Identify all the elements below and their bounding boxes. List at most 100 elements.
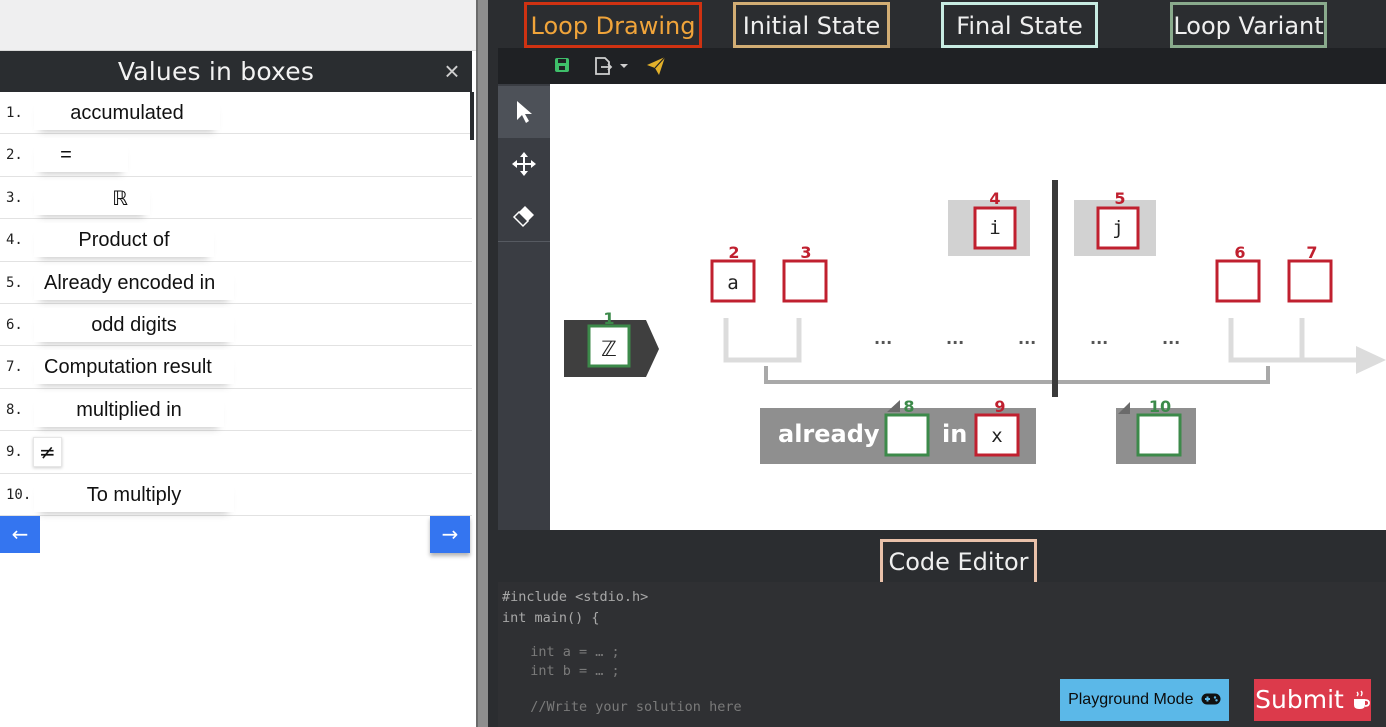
value-chip[interactable]: = xyxy=(34,138,128,173)
bracket-left xyxy=(723,318,802,363)
code-line: //Write your solution here xyxy=(514,699,742,715)
export-icon[interactable] xyxy=(593,56,631,76)
loop-divider-line xyxy=(1052,180,1058,397)
next-button[interactable]: → xyxy=(430,516,470,553)
list-item: 3. ℝ xyxy=(0,177,472,220)
box-9-label: 9 xyxy=(994,397,1005,416)
submit-label: Submit xyxy=(1255,685,1344,714)
item-number: 3. xyxy=(6,189,23,206)
loop-drawing-canvas[interactable]: ... ... ... ... ... ℤ 1 a 2 3 i 4 j 5 6 … xyxy=(550,84,1386,530)
item-number: 4. xyxy=(6,232,23,249)
item-number: 2. xyxy=(6,147,23,164)
tab-loop-variant[interactable]: Loop Variant xyxy=(1170,2,1327,48)
left-top-bar xyxy=(0,0,476,51)
range-bracket xyxy=(764,366,1270,384)
submit-button[interactable]: Submit xyxy=(1254,679,1371,721)
box-1-value: ℤ xyxy=(601,337,617,361)
ellipsis-2: ... xyxy=(946,329,964,348)
box-6-label: 6 xyxy=(1234,243,1245,262)
box-2-value: a xyxy=(727,272,738,294)
bracket-right xyxy=(1228,318,1305,363)
list-item: 7. Computation result xyxy=(0,346,472,389)
values-panel-title: Values in boxes xyxy=(117,57,315,86)
box-4-value: i xyxy=(989,217,1000,239)
values-list: 1. accumulated 2. = 3. ℝ 4. Product of 5… xyxy=(0,92,472,516)
list-item: 5. Already encoded in xyxy=(0,262,472,304)
box-4-label: 4 xyxy=(989,189,1000,208)
tab-loop-drawing[interactable]: Loop Drawing xyxy=(524,2,702,48)
tab-initial-state[interactable]: Initial State xyxy=(733,2,890,48)
in-label: in xyxy=(942,420,967,448)
values-panel: Values in boxes × 1. accumulated 2. = 3.… xyxy=(0,0,476,727)
code-line: #include <stdio.h> xyxy=(502,589,649,605)
box-3-label: 3 xyxy=(800,243,811,262)
values-panel-header: Values in boxes × xyxy=(0,51,472,92)
playground-mode-label: Playground Mode xyxy=(1068,691,1194,708)
box-8-notch xyxy=(887,400,900,412)
code-line: int b = … ; xyxy=(514,663,620,679)
coffee-icon xyxy=(1353,690,1370,709)
list-item: 9. ≠ xyxy=(0,431,472,474)
save-icon[interactable] xyxy=(554,56,570,76)
tab-final-state[interactable]: Final State xyxy=(941,2,1098,48)
box-2-label: 2 xyxy=(728,243,739,262)
item-number: 10. xyxy=(6,486,32,503)
item-number: 6. xyxy=(6,316,23,333)
gamepad-icon xyxy=(1201,693,1221,705)
code-editor[interactable]: #include <stdio.h> int main() { int a = … xyxy=(498,582,1386,727)
code-editor-header: Code Editor xyxy=(498,530,1386,585)
item-number: 7. xyxy=(6,359,23,376)
code-editor-title: Code Editor xyxy=(880,539,1037,585)
drawing-toolbar xyxy=(498,48,1386,84)
arrow-head xyxy=(1356,346,1386,374)
list-item: 2. = xyxy=(0,134,472,177)
ellipsis-5: ... xyxy=(1162,329,1180,348)
value-chip[interactable]: odd digits xyxy=(34,307,234,342)
select-tool-icon[interactable] xyxy=(498,86,550,138)
box-7-label: 7 xyxy=(1306,243,1317,262)
box-8-label: 8 xyxy=(903,397,914,416)
box-5-label: 5 xyxy=(1114,189,1125,208)
item-number: 1. xyxy=(6,105,23,121)
box-10 xyxy=(1136,413,1182,457)
item-number: 8. xyxy=(6,401,23,418)
box-9-value: x xyxy=(991,425,1002,447)
box-7 xyxy=(1287,259,1333,303)
list-scrollbar[interactable] xyxy=(470,92,474,140)
ellipsis-4: ... xyxy=(1090,329,1108,348)
box-1-label: 1 xyxy=(603,309,614,328)
item-number: 9. xyxy=(6,444,23,461)
value-chip[interactable]: multiplied in xyxy=(34,392,224,427)
tool-strip xyxy=(498,84,550,530)
value-chip[interactable]: accumulated xyxy=(34,96,220,130)
box-5-value: j xyxy=(1112,217,1123,239)
send-icon[interactable] xyxy=(646,56,666,76)
ellipsis-3: ... xyxy=(1018,329,1036,348)
eraser-icon[interactable] xyxy=(498,190,550,242)
code-line: int main() { xyxy=(502,610,600,626)
ellipsis-1: ... xyxy=(874,329,892,348)
loop-diagram: ... ... ... ... ... ℤ 1 a 2 3 i 4 j 5 6 … xyxy=(564,180,1386,464)
panel-resize-handle[interactable] xyxy=(476,0,488,727)
box-3 xyxy=(782,259,828,303)
list-item: 6. odd digits xyxy=(0,304,472,347)
list-item: 8. multiplied in xyxy=(0,389,472,432)
move-tool-icon[interactable] xyxy=(498,138,550,190)
item-number: 5. xyxy=(6,274,23,291)
box-10-label: 10 xyxy=(1149,397,1171,416)
previous-button[interactable]: ← xyxy=(0,516,40,553)
code-line: int a = … ; xyxy=(514,644,620,660)
value-chip[interactable]: ℝ xyxy=(34,180,150,215)
value-chip[interactable]: To multiply xyxy=(34,477,234,512)
list-item: 10. To multiply xyxy=(0,474,472,516)
playground-mode-button[interactable]: Playground Mode xyxy=(1060,679,1229,721)
list-item: 1. accumulated xyxy=(0,92,472,135)
close-icon[interactable]: × xyxy=(439,56,465,86)
value-chip[interactable]: Already encoded in xyxy=(34,265,234,300)
value-chip[interactable]: ≠ xyxy=(33,437,62,468)
editor-workspace: Loop Drawing Initial State Final State L… xyxy=(488,0,1386,727)
list-item: 4. Product of xyxy=(0,219,472,262)
value-chip[interactable]: Computation result xyxy=(34,350,234,385)
box-8 xyxy=(884,413,930,457)
value-chip[interactable]: Product of xyxy=(34,223,214,258)
